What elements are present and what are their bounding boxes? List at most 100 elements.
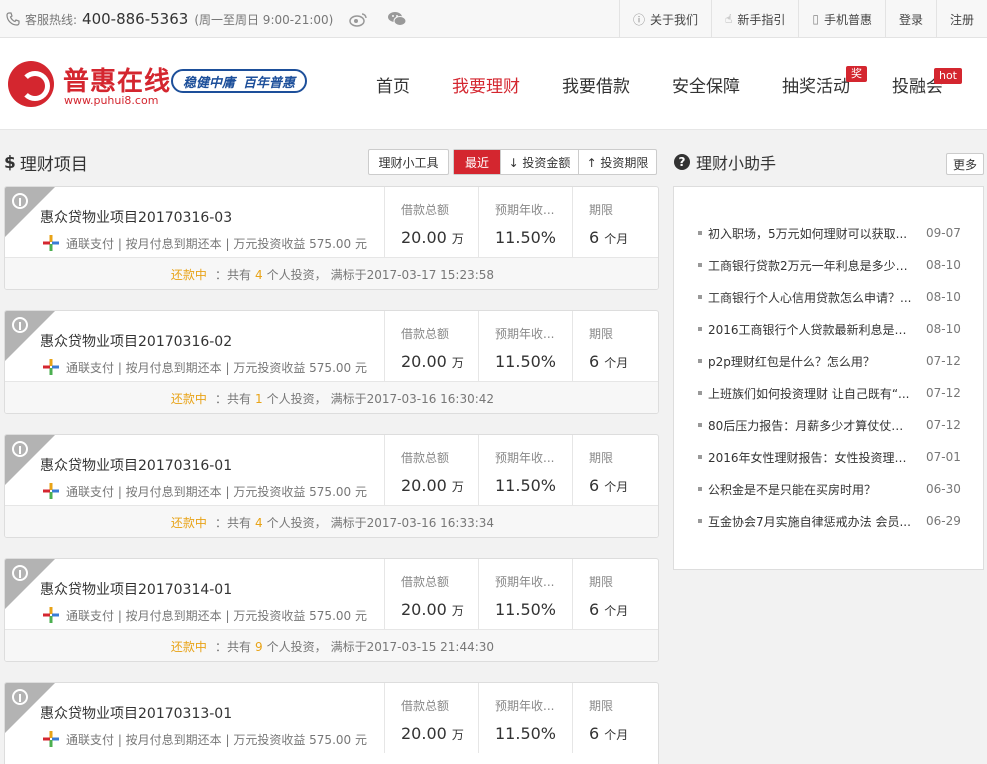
nav-home-label: 首页 (376, 76, 410, 97)
project-terms: 通联支付 | 按月付息到期还本 | 万元投资收益 575.00 元 (66, 732, 367, 747)
register-link[interactable]: 注册 (935, 0, 987, 38)
project-subtitle: 通联支付 | 按月付息到期还本 | 万元投资收益 575.00 元 (42, 482, 367, 500)
mobile-app-link[interactable]: ▯ 手机普惠 (798, 0, 885, 38)
investor-prefix: ：共有 (214, 516, 251, 530)
article-title[interactable]: 2016年女性理财报告：女性投资理财... (708, 449, 912, 466)
article-title[interactable]: 工商银行个人心信用贷款怎么申请？... (708, 289, 912, 306)
project-footer: 还款中 ：共有 1 个人投资， 满标于2017-03-16 16:30:42 (5, 381, 658, 413)
project-card[interactable]: 惠众贷物业项目20170316-02 通联支付 | 按月付息到期还本 | 万元投… (4, 310, 659, 414)
main-nav: 首页 我要理财 我要借款 安全保障 抽奖活动奖 投融会 hot (355, 38, 964, 130)
site-header: 普惠在线 www.puhui8.com 稳健中庸 百年普惠 首页 我要理财 我要… (0, 38, 987, 130)
article-title[interactable]: p2p理财红包是什么？怎么用？ (708, 353, 912, 370)
investor-count: 4 (254, 515, 263, 530)
sort-term-button[interactable]: ↑ 投资期限 (578, 150, 656, 174)
article-item[interactable]: 公积金是不是只能在买房时用？ 06-30 (674, 473, 985, 505)
allinpay-icon (42, 358, 60, 376)
loan-term: 期限 6 个月 (572, 311, 658, 381)
article-title[interactable]: 上班族们如何投资理财 让自己既有“... (708, 385, 912, 402)
loan-amount-value: 20.00 (401, 228, 447, 247)
article-item[interactable]: 2016年女性理财报告：女性投资理财... 07-01 (674, 441, 985, 473)
project-title[interactable]: 惠众贷物业项目20170316-03 (40, 207, 232, 227)
article-item[interactable]: 80后压力报告：月薪多少才算仗仗者... 07-12 (674, 409, 985, 441)
nav-financing-meeting[interactable]: 投融会 hot (871, 38, 964, 130)
project-terms: 通联支付 | 按月付息到期还本 | 万元投资收益 575.00 元 (66, 484, 367, 499)
investor-count: 4 (254, 267, 263, 282)
article-title[interactable]: 公积金是不是只能在买房时用？ (708, 481, 912, 498)
allinpay-icon (42, 234, 60, 252)
article-item[interactable]: 初入职场，5万元如何理财可以获取... 09-07 (674, 217, 985, 249)
pointer-icon: ☝ (725, 12, 733, 26)
logo[interactable]: 普惠在线 www.puhui8.com 稳健中庸 百年普惠 (8, 59, 318, 109)
social-links (349, 0, 407, 38)
wechat-icon[interactable] (387, 11, 407, 27)
article-item[interactable]: 上班族们如何投资理财 让自己既有“... 07-12 (674, 377, 985, 409)
finance-tools-button[interactable]: 理财小工具 (368, 149, 449, 175)
article-date: 06-29 (926, 514, 961, 528)
top-links: ⓘ 关于我们 ☝ 新手指引 ▯ 手机普惠 登录 注册 (618, 0, 987, 38)
article-date: 09-07 (926, 226, 961, 240)
loan-amount-value: 20.00 (401, 352, 447, 371)
sort-recent-button[interactable]: 最近 (454, 150, 500, 174)
loan-term: 期限 6 个月 (572, 435, 658, 505)
project-stats: 借款总额 20.00 万 预期年收... 11.50% 期限 6 个月 (384, 435, 658, 505)
investor-suffix: 个人投资， (266, 640, 327, 654)
investor-prefix: ：共有 (214, 640, 251, 654)
sort-amount-button[interactable]: ↓ 投资金额 (500, 150, 578, 174)
status-badge: 还款中 (170, 516, 207, 530)
loan-amount-label: 借款总额 (401, 699, 450, 713)
top-bar: 客服热线: 400-886-5363 (周一至周日 9:00-21:00) ⓘ 关… (0, 0, 987, 38)
article-item[interactable]: 2016工商银行个人贷款最新利息是多... 08-10 (674, 313, 985, 345)
article-item[interactable]: 工商银行个人心信用贷款怎么申请？... 08-10 (674, 281, 985, 313)
project-card[interactable]: 惠众贷物业项目20170313-01 通联支付 | 按月付息到期还本 | 万元投… (4, 682, 659, 764)
article-title[interactable]: 2016工商银行个人贷款最新利息是多... (708, 321, 912, 338)
annual-rate: 预期年收... 11.50% (478, 435, 572, 505)
project-subtitle: 通联支付 | 按月付息到期还本 | 万元投资收益 575.00 元 (42, 730, 367, 748)
section-title-text: 理财项目 (19, 155, 88, 175)
investor-suffix: 个人投资， (266, 392, 327, 406)
section-title: $ 理财项目 (4, 150, 88, 176)
project-card[interactable]: 惠众贷物业项目20170316-03 通联支付 | 按月付息到期还本 | 万元投… (4, 186, 659, 290)
nav-lottery[interactable]: 抽奖活动奖 (761, 38, 871, 130)
article-item[interactable]: 工商银行贷款2万元一年利息是多少?... 08-10 (674, 249, 985, 281)
logo-url: www.puhui8.com (64, 94, 159, 107)
project-card[interactable]: 惠众贷物业项目20170314-01 通联支付 | 按月付息到期还本 | 万元投… (4, 558, 659, 662)
article-title[interactable]: 80后压力报告：月薪多少才算仗仗者... (708, 417, 912, 434)
loan-term-label: 期限 (589, 203, 614, 217)
project-title[interactable]: 惠众贷物业项目20170313-01 (40, 703, 232, 723)
investor-count: 1 (254, 391, 263, 406)
annual-rate: 预期年收... 11.50% (478, 187, 572, 257)
weibo-icon[interactable] (349, 11, 369, 27)
nav-borrow[interactable]: 我要借款 (541, 38, 651, 130)
project-title[interactable]: 惠众贷物业项目20170316-02 (40, 331, 232, 351)
article-date: 08-10 (926, 258, 961, 272)
loan-amount-value: 20.00 (401, 600, 447, 619)
slogan: 稳健中庸 百年普惠 (171, 69, 308, 93)
article-title[interactable]: 互金协会7月实施自律惩戒办法 会员... (708, 513, 912, 530)
loan-term-value: 6 (589, 476, 600, 495)
annual-rate-label: 预期年收... (495, 203, 555, 217)
project-title[interactable]: 惠众贷物业项目20170316-01 (40, 455, 232, 475)
about-us-link[interactable]: ⓘ 关于我们 (618, 0, 711, 38)
more-button[interactable]: 更多 (946, 153, 984, 175)
annual-rate-value: 11.50% (495, 228, 557, 247)
loan-amount: 借款总额 20.00 万 (384, 435, 478, 505)
article-date: 08-10 (926, 322, 961, 336)
project-title[interactable]: 惠众贷物业项目20170314-01 (40, 579, 232, 599)
sort-buttons: 最近 ↓ 投资金额 ↑ 投资期限 (453, 149, 657, 175)
article-title[interactable]: 初入职场，5万元如何理财可以获取... (708, 225, 912, 242)
article-title[interactable]: 工商银行贷款2万元一年利息是多少?... (708, 257, 912, 274)
annual-rate: 预期年收... 11.50% (478, 559, 572, 629)
project-card[interactable]: 惠众贷物业项目20170316-01 通联支付 | 按月付息到期还本 | 万元投… (4, 434, 659, 538)
mobile-app-label: 手机普惠 (823, 12, 872, 27)
hot-badge: hot (933, 68, 962, 84)
loan-amount-label: 借款总额 (401, 451, 450, 465)
nav-security[interactable]: 安全保障 (651, 38, 761, 130)
article-item[interactable]: 互金协会7月实施自律惩戒办法 会员... 06-29 (674, 505, 985, 537)
nav-invest[interactable]: 我要理财 (431, 38, 541, 130)
nav-home[interactable]: 首页 (355, 38, 431, 130)
helper-panel: 初入职场，5万元如何理财可以获取... 09-07 工商银行贷款2万元一年利息是多少… (673, 186, 984, 570)
beginner-guide-link[interactable]: ☝ 新手指引 (711, 0, 798, 38)
article-item[interactable]: p2p理财红包是什么？怎么用？ 07-12 (674, 345, 985, 377)
login-link[interactable]: 登录 (884, 0, 936, 38)
project-subtitle: 通联支付 | 按月付息到期还本 | 万元投资收益 575.00 元 (42, 606, 367, 624)
